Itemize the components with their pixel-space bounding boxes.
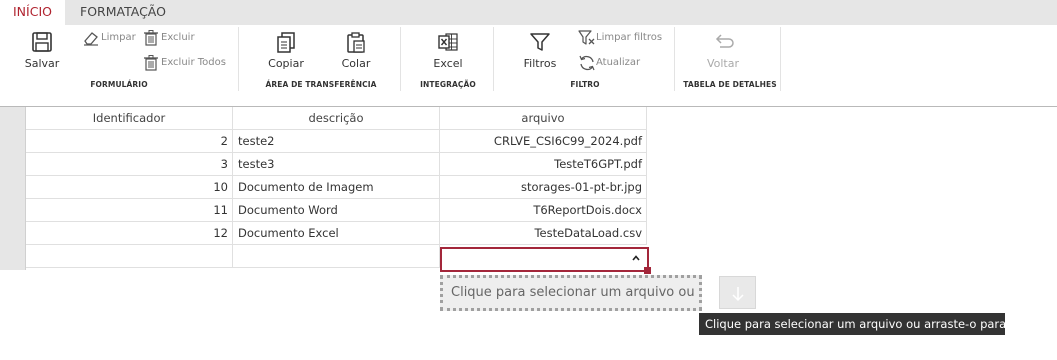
ribbon-separator	[238, 27, 239, 91]
back-arrow-icon	[715, 34, 734, 48]
table-cell-id[interactable]: 11	[26, 199, 233, 222]
column-header-identificador[interactable]: Identificador	[26, 107, 233, 130]
copy-button[interactable]: Copiar	[264, 31, 308, 70]
arrow-down-icon	[732, 287, 744, 302]
clear-filter-icon	[578, 30, 595, 45]
excel-icon	[438, 33, 458, 51]
ribbon-separator	[493, 27, 494, 91]
table-cell-descricao[interactable]: Documento Word	[233, 199, 440, 222]
chevron-up-icon[interactable]	[632, 253, 640, 264]
back-button[interactable]: Voltar	[701, 31, 745, 70]
group-label-formulario: FORMULÁRIO	[90, 80, 148, 89]
upload-tooltip: Clique para selecionar um arquivo ou arr…	[699, 313, 1027, 335]
table-cell-id[interactable]: 2	[26, 130, 233, 153]
table-cell-descricao[interactable]: teste3	[233, 153, 440, 176]
paste-button[interactable]: Colar	[336, 31, 376, 70]
copy-label: Copiar	[268, 57, 304, 70]
table-cell-arquivo[interactable]: T6ReportDois.docx	[440, 199, 647, 222]
refresh-label: Atualizar	[596, 57, 641, 68]
copy-icon	[277, 32, 295, 53]
table-cell-id[interactable]: 10	[26, 176, 233, 199]
table-cell-id[interactable]: 12	[26, 222, 233, 245]
tab-formatacao[interactable]: FORMATAÇÃO	[67, 0, 179, 25]
clear-button[interactable]: Limpar	[82, 29, 142, 47]
ribbon-separator	[400, 27, 401, 91]
ribbon: Salvar Limpar Excluir Excluir Todos FORM…	[0, 25, 1057, 107]
column-header-descricao[interactable]: descrição	[233, 107, 440, 130]
row-selector-column	[0, 107, 26, 270]
ribbon-tab-bar: INÍCIO FORMATAÇÃO	[0, 0, 1057, 25]
excel-label: Excel	[433, 57, 463, 70]
ribbon-separator	[674, 27, 675, 91]
clear-filters-button[interactable]: Limpar filtros	[578, 29, 668, 47]
group-label-integracao: INTEGRAÇÃO	[420, 80, 476, 89]
table-cell-arquivo[interactable]: TesteT6GPT.pdf	[440, 153, 647, 176]
delete-label: Excluir	[161, 32, 195, 43]
trash-all-icon	[144, 55, 158, 71]
filters-button[interactable]: Filtros	[518, 31, 562, 70]
file-drop-zone[interactable]: Clique para selecionar um arquivo ou ...	[440, 275, 702, 311]
table-cell-arquivo[interactable]: TesteDataLoad.csv	[440, 222, 647, 245]
clear-filters-label: Limpar filtros	[596, 32, 663, 43]
clear-label: Limpar	[101, 32, 136, 43]
ribbon-separator	[780, 27, 781, 91]
column-header-arquivo[interactable]: arquivo	[440, 107, 647, 130]
table-cell-id[interactable]: 3	[26, 153, 233, 176]
delete-all-label: Excluir Todos	[161, 57, 226, 68]
save-icon	[32, 32, 52, 52]
new-row-cell-id[interactable]	[26, 245, 233, 268]
save-button[interactable]: Salvar	[22, 31, 62, 70]
table-cell-descricao[interactable]: teste2	[233, 130, 440, 153]
save-label: Salvar	[24, 57, 60, 70]
refresh-button[interactable]: Atualizar	[578, 54, 648, 72]
group-label-transferencia: ÁREA DE TRANSFERÊNCIA	[265, 80, 377, 89]
filters-label: Filtros	[523, 57, 557, 70]
table-cell-descricao[interactable]: Documento Excel	[233, 222, 440, 245]
group-label-filtro: FILTRO	[570, 80, 600, 89]
excel-export-button[interactable]: Excel	[428, 31, 468, 70]
delete-all-button[interactable]: Excluir Todos	[143, 54, 233, 72]
delete-button[interactable]: Excluir	[143, 29, 203, 47]
file-cell-editor[interactable]	[440, 247, 649, 272]
fill-handle[interactable]	[644, 267, 651, 274]
table-cell-descricao[interactable]: Documento de Imagem	[233, 176, 440, 199]
trash-icon	[144, 30, 158, 46]
table-cell-arquivo[interactable]: CRLVE_CSI6C99_2024.pdf	[440, 130, 647, 153]
funnel-icon	[530, 33, 550, 51]
upload-button[interactable]	[719, 276, 756, 309]
paste-icon	[347, 32, 365, 53]
eraser-icon	[84, 32, 98, 46]
paste-label: Colar	[341, 57, 371, 70]
table-cell-arquivo[interactable]: storages-01-pt-br.jpg	[440, 176, 647, 199]
back-label: Voltar	[706, 57, 740, 70]
tab-inicio[interactable]: INÍCIO	[0, 0, 65, 25]
group-label-detalhes: TABELA DE DETALHES	[683, 80, 777, 89]
new-row-cell-descricao[interactable]	[233, 245, 440, 268]
refresh-icon	[579, 55, 595, 71]
